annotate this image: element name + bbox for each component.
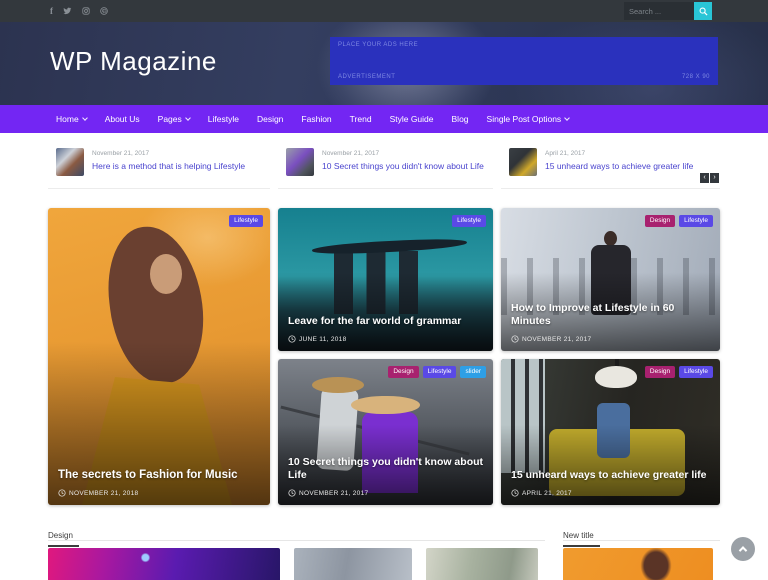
ticker-item: November 21, 2017 10 Secret things you d… — [278, 142, 493, 189]
nav-item-style-guide[interactable]: Style Guide — [390, 114, 434, 124]
ad-banner-text: PLACE YOUR ADS HERE — [338, 42, 419, 48]
category-badge-lifestyle[interactable]: Lifestyle — [229, 215, 263, 227]
ticker-item: November 21, 2017 Here is a method that … — [48, 142, 270, 189]
ticker-item: April 21, 2017 15 unheard ways to achiev… — [501, 142, 720, 189]
featured-post-card[interactable]: Lifestyle The secrets to Fashion for Mus… — [48, 208, 270, 505]
category-badge-lifestyle[interactable]: Lifestyle — [679, 215, 713, 227]
category-badge-design[interactable]: Design — [644, 366, 676, 378]
design-post-thumbnail[interactable] — [48, 548, 280, 580]
social-links: f — [50, 0, 108, 22]
facebook-icon[interactable]: f — [50, 6, 53, 16]
nav-item-lifestyle[interactable]: Lifestyle — [208, 114, 239, 124]
ad-banner-size-label: 728 X 90 — [681, 74, 710, 80]
ticker-date: April 21, 2017 — [545, 150, 586, 157]
bottom-sections: Design New title — [48, 525, 720, 580]
search-button[interactable] — [694, 2, 712, 20]
nav-item-home[interactable]: Home — [56, 114, 88, 124]
ticker-thumbnail[interactable] — [286, 148, 314, 176]
site-title[interactable]: WP Magazine — [50, 46, 217, 77]
post-date: APRIL 21, 2017 — [511, 489, 710, 497]
ticker-controls: ‹ › — [700, 173, 719, 183]
chevron-up-icon — [738, 546, 748, 555]
trending-ticker: November 21, 2017 Here is a method that … — [48, 142, 720, 189]
design-section: Design — [48, 525, 545, 580]
pinterest-icon[interactable] — [100, 7, 108, 15]
post-title[interactable]: Leave for the far world of grammar — [288, 315, 483, 328]
main-nav: Home About Us Pages Lifestyle Design Fas… — [0, 105, 768, 133]
ad-banner-advertisement-label: ADVERTISEMENT — [338, 74, 396, 80]
design-section-title: Design — [48, 531, 79, 547]
scroll-to-top-button[interactable] — [731, 537, 755, 561]
category-badge-lifestyle[interactable]: Lifestyle — [452, 215, 486, 227]
search-input[interactable] — [624, 2, 694, 20]
ticker-title-link[interactable]: 10 Secret things you didn't know about L… — [322, 161, 484, 172]
post-title[interactable]: How to Improve at Lifestyle in 60 Minute… — [511, 302, 710, 328]
featured-grid: Lifestyle The secrets to Fashion for Mus… — [48, 208, 720, 505]
post-date: NOVEMBER 21, 2018 — [58, 489, 260, 497]
post-date: JUNE 11, 2018 — [288, 335, 483, 343]
category-badge-slider[interactable]: slider — [460, 366, 486, 378]
category-badge-lifestyle[interactable]: Lifestyle — [679, 366, 713, 378]
ticker-thumbnail[interactable] — [56, 148, 84, 176]
chevron-down-icon — [81, 114, 88, 121]
ticker-prev-button[interactable]: ‹ — [700, 173, 709, 183]
new-title-section: New title — [563, 525, 720, 580]
chevron-down-icon — [564, 114, 571, 121]
post-date: NOVEMBER 21, 2017 — [511, 335, 710, 343]
site-header: WP Magazine PLACE YOUR ADS HERE ADVERTIS… — [0, 22, 768, 105]
featured-post-card[interactable]: Design Lifestyle 15 unheard ways to achi… — [501, 359, 720, 505]
nav-item-single-post-options[interactable]: Single Post Options — [487, 114, 571, 124]
ad-banner[interactable]: PLACE YOUR ADS HERE ADVERTISEMENT 728 X … — [330, 37, 718, 85]
nav-item-trend[interactable]: Trend — [350, 114, 372, 124]
clock-icon — [511, 335, 519, 343]
clock-icon — [288, 489, 296, 497]
top-bar: f — [0, 0, 768, 22]
nav-item-fashion[interactable]: Fashion — [301, 114, 331, 124]
ticker-title-link[interactable]: Here is a method that is helping Lifesty… — [92, 161, 245, 172]
ticker-thumbnail[interactable] — [509, 148, 537, 176]
clock-icon — [58, 489, 66, 497]
image-overlay — [48, 208, 270, 505]
ticker-date: November 21, 2017 — [92, 150, 150, 157]
search-icon — [699, 7, 708, 16]
post-title[interactable]: The secrets to Fashion for Music — [58, 468, 260, 482]
nav-item-design[interactable]: Design — [257, 114, 283, 124]
category-badge-lifestyle[interactable]: Lifestyle — [422, 366, 457, 378]
design-post-thumbnail[interactable] — [426, 548, 538, 580]
ticker-next-button[interactable]: › — [710, 173, 719, 183]
featured-post-card[interactable]: Design Lifestyle How to Improve at Lifes… — [501, 208, 720, 351]
clock-icon — [511, 489, 519, 497]
twitter-icon[interactable] — [63, 7, 72, 15]
design-post-thumbnail[interactable] — [294, 548, 412, 580]
chevron-down-icon — [184, 114, 191, 121]
ticker-title-link[interactable]: 15 unheard ways to achieve greater life — [545, 161, 693, 172]
post-title[interactable]: 15 unheard ways to achieve greater life — [511, 469, 710, 482]
featured-post-card[interactable]: Lifestyle Leave for the far world of gra… — [278, 208, 493, 351]
category-badge-design[interactable]: Design — [388, 366, 419, 378]
post-date: NOVEMBER 21, 2017 — [288, 489, 483, 497]
ticker-date: November 21, 2017 — [322, 150, 380, 157]
nav-item-about-us[interactable]: About Us — [105, 114, 140, 124]
post-title[interactable]: 10 Secret things you didn't know about L… — [288, 456, 483, 482]
nav-item-pages[interactable]: Pages — [158, 114, 191, 124]
clock-icon — [288, 335, 296, 343]
new-title-post-thumbnail[interactable] — [563, 548, 713, 580]
category-badge-design[interactable]: Design — [644, 215, 676, 227]
nav-item-blog[interactable]: Blog — [452, 114, 469, 124]
instagram-icon[interactable] — [82, 7, 90, 15]
new-title-section-title: New title — [563, 531, 600, 547]
featured-post-card[interactable]: Design Lifestyle slider 10 Secret things… — [278, 359, 493, 505]
